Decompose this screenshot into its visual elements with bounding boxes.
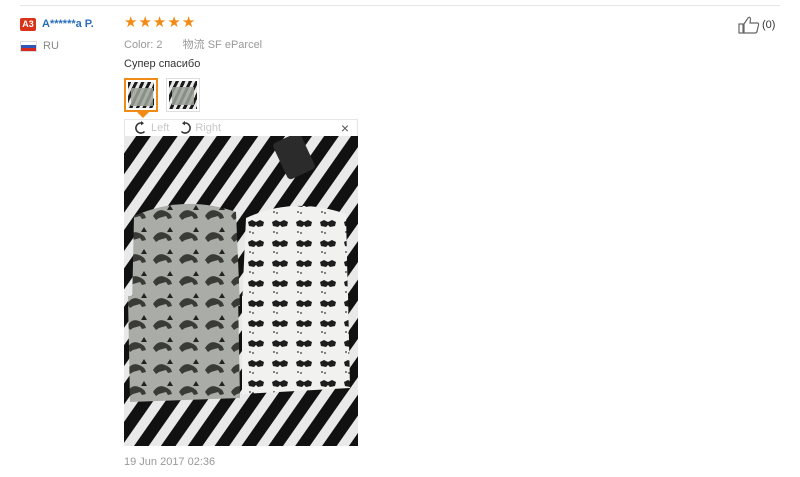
shipping-value: SF eParcel — [207, 39, 263, 51]
star-icon: ★ — [152, 13, 167, 31]
helpful-button[interactable]: (0) — [738, 16, 775, 34]
close-viewer-button[interactable]: × — [341, 121, 349, 135]
order-meta: Color: 2 物流 SF eParcel — [124, 36, 744, 51]
reviewer-level-badge: A3 — [20, 17, 36, 31]
reviewer-country: RU — [43, 40, 59, 52]
photo-thumbnail[interactable] — [124, 78, 158, 112]
photo-thumbnails — [124, 78, 208, 112]
star-icon: ★ — [181, 13, 196, 31]
review-text: Супер спасибо — [124, 58, 201, 70]
rotate-left-label: Left — [151, 122, 170, 134]
color-label: Color: — [124, 39, 154, 51]
rotate-right-label: Right — [195, 122, 222, 134]
active-thumbnail-caret-icon — [137, 112, 149, 118]
rotate-right-button[interactable]: Right — [177, 121, 221, 135]
product-photo-image — [124, 136, 358, 446]
star-icon: ★ — [124, 13, 138, 31]
helpful-count: (0) — [762, 19, 776, 31]
russia-flag-icon — [20, 40, 37, 52]
photo-thumbnail[interactable] — [166, 78, 200, 112]
star-icon: ★ — [167, 13, 181, 31]
thumbs-up-icon — [738, 16, 760, 34]
reviewer-name[interactable]: A******a P. — [42, 18, 94, 30]
review-date: 19 Jun 2017 02:36 — [124, 456, 216, 468]
shipping-label: 物流 — [182, 39, 205, 51]
top-divider — [20, 5, 780, 6]
star-icon: ★ — [138, 13, 152, 31]
color-value: 2 — [156, 39, 163, 51]
star-rating: ★ ★ ★ ★ ★ — [124, 14, 744, 30]
rotate-left-icon — [135, 121, 146, 134]
review-body: ★ ★ ★ ★ ★ Color: 2 物流 SF eParcel Супер с… — [124, 14, 744, 72]
rotate-right-icon — [181, 121, 192, 134]
rotate-left-button[interactable]: Left — [133, 121, 169, 135]
review-photo — [124, 136, 358, 446]
reviewer-info: A3 A******a P. RU — [20, 16, 115, 53]
photo-viewer-toolbar: Left Right × — [124, 119, 358, 136]
